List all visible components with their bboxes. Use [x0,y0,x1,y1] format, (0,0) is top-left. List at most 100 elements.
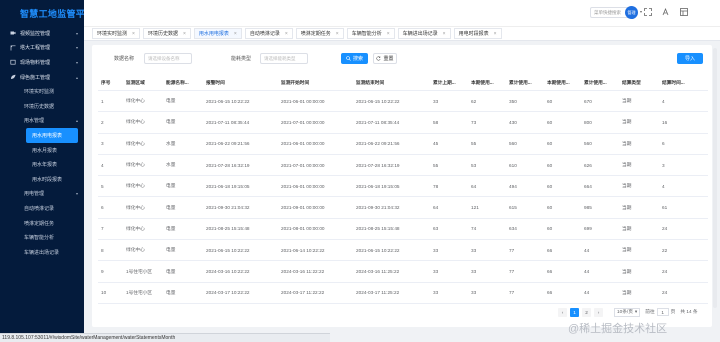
table-cell: 3 [101,141,104,147]
layout-icon[interactable] [680,8,688,16]
total-count: 共 14 条 [680,309,698,314]
table-row[interactable]: 2 绿化中心 电量 2021-07-11 08:35:44 2021-07-01 00:… [98,112,708,134]
page-button[interactable]: 1 [570,307,579,317]
sidebar-item-3[interactable]: 绿色施工管理 ▴ [0,70,84,85]
table-cell: 电量 [166,119,176,125]
tab-3[interactable]: 自动喷淋记录 × [244,28,293,39]
table-cell: 494 [509,183,517,189]
close-icon[interactable]: × [336,31,339,37]
sidebar-item-label: 现场物料管理 [20,59,51,66]
sidebar-item-13[interactable]: 喷淋定期任务 [0,216,84,231]
next-page-button[interactable]: › [594,307,603,317]
sidebar-item-6[interactable]: 用水管理 ▴ [0,114,84,129]
page-button[interactable]: 2 [582,307,591,317]
sidebar-item-12[interactable]: 自动喷淋记录 [0,201,84,216]
table-cell: 当期 [622,268,632,274]
prev-page-button[interactable]: ‹ [558,307,567,317]
table-cell: 615 [509,205,517,211]
close-icon[interactable]: × [234,31,237,37]
sidebar-item-8[interactable]: 用水月报表 [0,143,84,158]
close-icon[interactable]: × [285,31,288,37]
table-row[interactable]: 4 绿化中心 水量 2021-07-28 16:32:19 2021-07-01 00:… [98,155,708,177]
device-name-input[interactable]: 请选择设备名称 [144,53,192,64]
column-header: 本期使用... [471,79,494,85]
table-cell: 当期 [622,119,632,125]
table-cell: 1号住宅小区 [126,289,153,295]
logo: 智慧工地监管平台 [0,0,94,26]
tab-1[interactable]: 环境历史数据 × [142,28,191,39]
table-cell: 45 [433,141,439,147]
sidebar: 智慧工地监管平台 视频监控管理 ▾ 塔大工程管理 ▾ 现场物料管理 ▾ 绿色施工管理 ▴ 环境实… [0,0,94,342]
table-cell: 2021-06-22 09:21:56 [206,141,250,147]
table-cell: 2021-08-25 15:15:48 [206,226,250,232]
table-cell: 2021-06-01 00:00:00 [281,141,325,147]
crane-icon [10,45,16,51]
sidebar-item-9[interactable]: 用水年报表 [0,157,84,172]
sidebar-item-10[interactable]: 用水时段报表 [0,172,84,187]
table-cell: 当期 [622,225,632,231]
tab-label: 自动喷淋记录 [249,31,280,37]
close-icon[interactable]: × [494,31,497,37]
table-cell: 430 [509,119,517,125]
sidebar-item-5[interactable]: 环境历史数据 [0,99,84,114]
table-cell: 33 [433,98,439,104]
table-row[interactable]: 6 绿化中心 电量 2021-09-30 21:04:32 2021-09-01 00:… [98,197,708,219]
sidebar-item-label: 用电管理 [24,191,45,198]
energy-type-select[interactable]: 请选择能耗类型 [260,53,308,64]
close-icon[interactable]: × [443,31,446,37]
font-size-icon[interactable] [662,8,670,16]
table-cell: 4 [662,183,665,189]
sidebar-item-label: 用水用电报表 [32,132,63,139]
table-row[interactable]: 3 绿化中心 水量 2021-06-22 09:21:56 2021-06-01 00:… [98,134,708,155]
table-row[interactable]: 7 绿化中心 电量 2021-08-25 15:15:48 2021-08-01 00:… [98,219,708,241]
table-row[interactable]: 5 绿化中心 电量 2021-06-18 19:15:05 2021-06-01 00:… [98,176,708,198]
sidebar-item-4[interactable]: 环境实时监测 [0,84,84,99]
tab-2[interactable]: 用水用电报表 × [193,28,242,39]
table-row[interactable]: 8 绿化中心 电量 2021-06-15 10:22:22 2021-06-14 10:… [98,240,708,262]
import-button[interactable]: 导入 [677,53,703,64]
sidebar-item-14[interactable]: 车辆智能分析 [0,230,84,245]
chevron-down-icon[interactable]: ▾ [640,9,642,14]
sidebar-item-1[interactable]: 塔大工程管理 ▾ [0,41,84,56]
table-cell: 60 [547,205,553,211]
sidebar-item-7[interactable]: 用水用电报表 [26,128,78,143]
filter-bar: 数据名称 请选择设备名称 能耗类型 请选择能耗类型 搜索 重置 导入 [92,53,712,65]
tab-6[interactable]: 车辆进出场记录 × [397,28,451,39]
reset-button[interactable]: 重置 [373,53,397,64]
search-button[interactable]: 搜索 [341,53,368,64]
user-name: 管理 [627,9,636,15]
sidebar-item-15[interactable]: 车辆进出场记录 [0,245,84,260]
sidebar-item-11[interactable]: 用电管理 ▾ [0,187,84,202]
table-row[interactable]: 1 绿化中心 电量 2021-06-15 10:22:22 2021-06-01 00:… [98,91,708,113]
table-cell: 2021-06-14 10:22:22 [281,247,325,253]
tab-5[interactable]: 车辆智能分析 × [346,28,395,39]
tab-0[interactable]: 环境实时监测 × [92,28,140,39]
table-row[interactable]: 9 1号住宅小区 电量 2024-03-16 10:22:22 2024-03-16 1… [98,261,708,283]
table-cell: 8 [101,247,104,253]
table-body: 1 绿化中心 电量 2021-06-15 10:22:22 2021-06-01 00:… [98,91,708,304]
sidebar-item-0[interactable]: 视频监控管理 ▾ [0,26,84,41]
page-scrollbar[interactable] [713,48,717,308]
table-cell: 61 [662,205,668,211]
table-cell: 44 [584,290,590,296]
tab-bar: 环境实时监测 × 环境历史数据 × 用水用电报表 × 自动喷淋记录 × 喷淋定期任务 × 车辆智能分… [84,26,720,41]
close-icon[interactable]: × [132,31,135,37]
fullscreen-icon[interactable] [644,8,652,16]
table-cell: 33 [471,247,477,253]
table-cell: 水量 [166,140,176,146]
table-cell: 60 [547,98,553,104]
avatar[interactable]: 管理 [625,6,638,19]
sidebar-item-2[interactable]: 现场物料管理 ▾ [0,55,84,70]
jump-input[interactable]: 1 [656,308,669,316]
table-cell: 绿化中心 [126,225,145,231]
table-cell: 2024-03-17 11:22:22 [281,290,325,296]
tab-4[interactable]: 喷淋定期任务 × [295,28,344,39]
tab-7[interactable]: 用电时段报表 × [453,28,502,39]
page-size-select[interactable]: 10条/页 ▾ [614,307,641,317]
table-row[interactable]: 10 1号住宅小区 电量 2024-03-17 10:22:22 2024-03-17 … [98,283,708,304]
table-cell: 2024-03-16 10:22:22 [206,269,250,275]
table-cell: 6 [101,205,104,211]
close-icon[interactable]: × [387,31,390,37]
report-table: 序号 监测区域 能源名称... 报警时间 监测开始时间 监测结束时间 累计上期... 本期使用… [98,75,708,305]
close-icon[interactable]: × [183,31,186,37]
